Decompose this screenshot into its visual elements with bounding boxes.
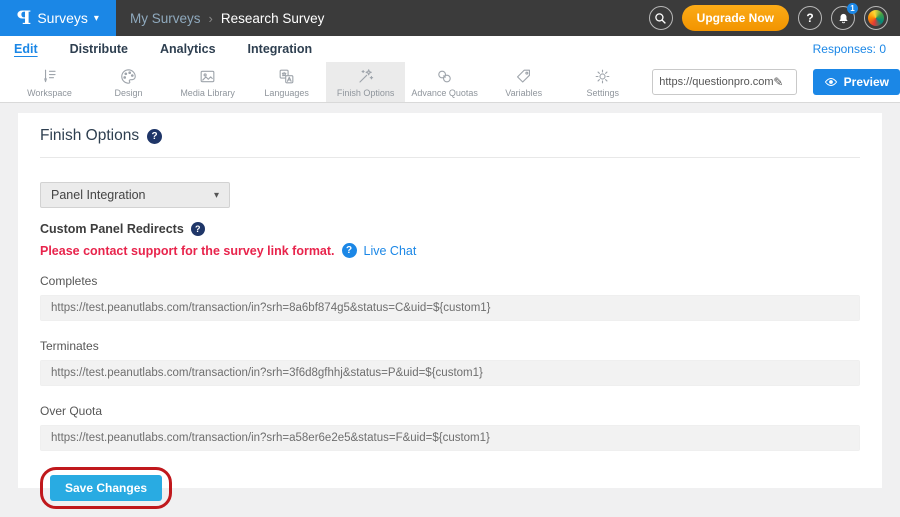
chevron-down-icon: ▾ xyxy=(214,190,219,201)
page-title: Finish Options xyxy=(40,127,139,145)
media-library-icon xyxy=(198,67,217,86)
save-changes-button[interactable]: Save Changes xyxy=(50,475,162,501)
survey-url-box: ✎ xyxy=(652,69,796,95)
support-notice: Please contact support for the survey li… xyxy=(40,244,335,258)
toolbar-item-variables[interactable]: Variables xyxy=(484,62,563,102)
survey-url-input[interactable] xyxy=(659,76,773,88)
help-button[interactable]: ? xyxy=(798,6,822,30)
annotation-highlight: Save Changes xyxy=(40,467,172,509)
search-button[interactable] xyxy=(649,6,673,30)
search-icon xyxy=(654,12,667,25)
bell-icon xyxy=(837,12,850,25)
toolbar-label: Variables xyxy=(505,88,542,98)
terminates-label: Terminates xyxy=(40,339,860,353)
toolbar-item-design[interactable]: Design xyxy=(89,62,168,102)
toolbar-item-settings[interactable]: Settings xyxy=(563,62,642,102)
toolbar-label: Finish Options xyxy=(337,88,395,98)
notifications-button[interactable]: 1 xyxy=(831,6,855,30)
breadcrumb-my-surveys[interactable]: My Surveys xyxy=(130,11,201,26)
breadcrumb-separator: › xyxy=(209,11,213,26)
settings-icon xyxy=(593,67,612,86)
dropdown-selected-value: Panel Integration xyxy=(51,188,214,202)
workspace-icon xyxy=(40,67,59,86)
notification-badge: 1 xyxy=(847,3,858,14)
edit-toolbar: Workspace Design Media Library Languages xyxy=(0,62,900,103)
tab-integration[interactable]: Integration xyxy=(248,42,313,56)
divider xyxy=(40,157,860,158)
preview-label: Preview xyxy=(844,75,889,89)
toolbar-item-languages[interactable]: Languages xyxy=(247,62,326,102)
languages-icon xyxy=(277,67,296,86)
custom-panel-redirects-heading: Custom Panel Redirects xyxy=(40,222,184,236)
product-name: Surveys xyxy=(37,10,88,26)
toolbar-label: Settings xyxy=(586,88,619,98)
tab-edit[interactable]: Edit xyxy=(14,42,38,56)
questionpro-logo: P xyxy=(17,7,31,29)
design-icon xyxy=(119,67,138,86)
over-quota-label: Over Quota xyxy=(40,404,860,418)
toolbar-item-advance-quotas[interactable]: Advance Quotas xyxy=(405,62,484,102)
completes-input[interactable] xyxy=(40,295,860,321)
advance-quotas-icon xyxy=(435,67,454,86)
eye-icon xyxy=(824,75,838,89)
toolbar-item-workspace[interactable]: Workspace xyxy=(10,62,89,102)
preview-button[interactable]: Preview xyxy=(813,69,900,95)
finish-options-help-icon[interactable]: ? xyxy=(147,129,162,144)
toolbar-label: Workspace xyxy=(27,88,72,98)
question-mark-icon: ? xyxy=(806,11,813,25)
chevron-down-icon: ▾ xyxy=(94,13,99,24)
finish-option-type-dropdown[interactable]: Panel Integration ▾ xyxy=(40,182,230,208)
top-bar: P Surveys ▾ My Surveys › Research Survey… xyxy=(0,0,900,36)
completes-label: Completes xyxy=(40,274,860,288)
over-quota-input[interactable] xyxy=(40,425,860,451)
section-nav: Edit Distribute Analytics Integration Re… xyxy=(0,36,900,62)
toolbar-item-media-library[interactable]: Media Library xyxy=(168,62,247,102)
surveys-product-dropdown[interactable]: P Surveys ▾ xyxy=(0,0,116,36)
breadcrumb: My Surveys › Research Survey xyxy=(130,11,324,26)
breadcrumb-current-survey: Research Survey xyxy=(221,11,325,26)
toolbar-label: Advance Quotas xyxy=(411,88,478,98)
avatar xyxy=(868,10,884,26)
toolbar-label: Languages xyxy=(264,88,309,98)
toolbar-label: Design xyxy=(115,88,143,98)
finish-options-panel: Finish Options ? Panel Integration ▾ Cus… xyxy=(18,113,882,488)
toolbar-item-finish-options[interactable]: Finish Options xyxy=(326,62,405,102)
live-chat-icon[interactable]: ? xyxy=(342,243,357,258)
variables-icon xyxy=(514,67,533,86)
custom-panel-redirects-help-icon[interactable]: ? xyxy=(191,222,205,236)
live-chat-link[interactable]: Live Chat xyxy=(364,244,417,258)
terminates-input[interactable] xyxy=(40,360,860,386)
topbar-actions: Upgrade Now ? 1 xyxy=(649,5,900,31)
toolbar-label: Media Library xyxy=(180,88,235,98)
upgrade-now-button[interactable]: Upgrade Now xyxy=(682,5,789,31)
tab-analytics[interactable]: Analytics xyxy=(160,42,216,56)
responses-count[interactable]: Responses: 0 xyxy=(813,42,886,56)
edit-url-pencil-icon[interactable]: ✎ xyxy=(773,75,783,89)
finish-options-icon xyxy=(356,67,375,86)
tab-distribute[interactable]: Distribute xyxy=(70,42,128,56)
account-menu-button[interactable] xyxy=(864,6,888,30)
